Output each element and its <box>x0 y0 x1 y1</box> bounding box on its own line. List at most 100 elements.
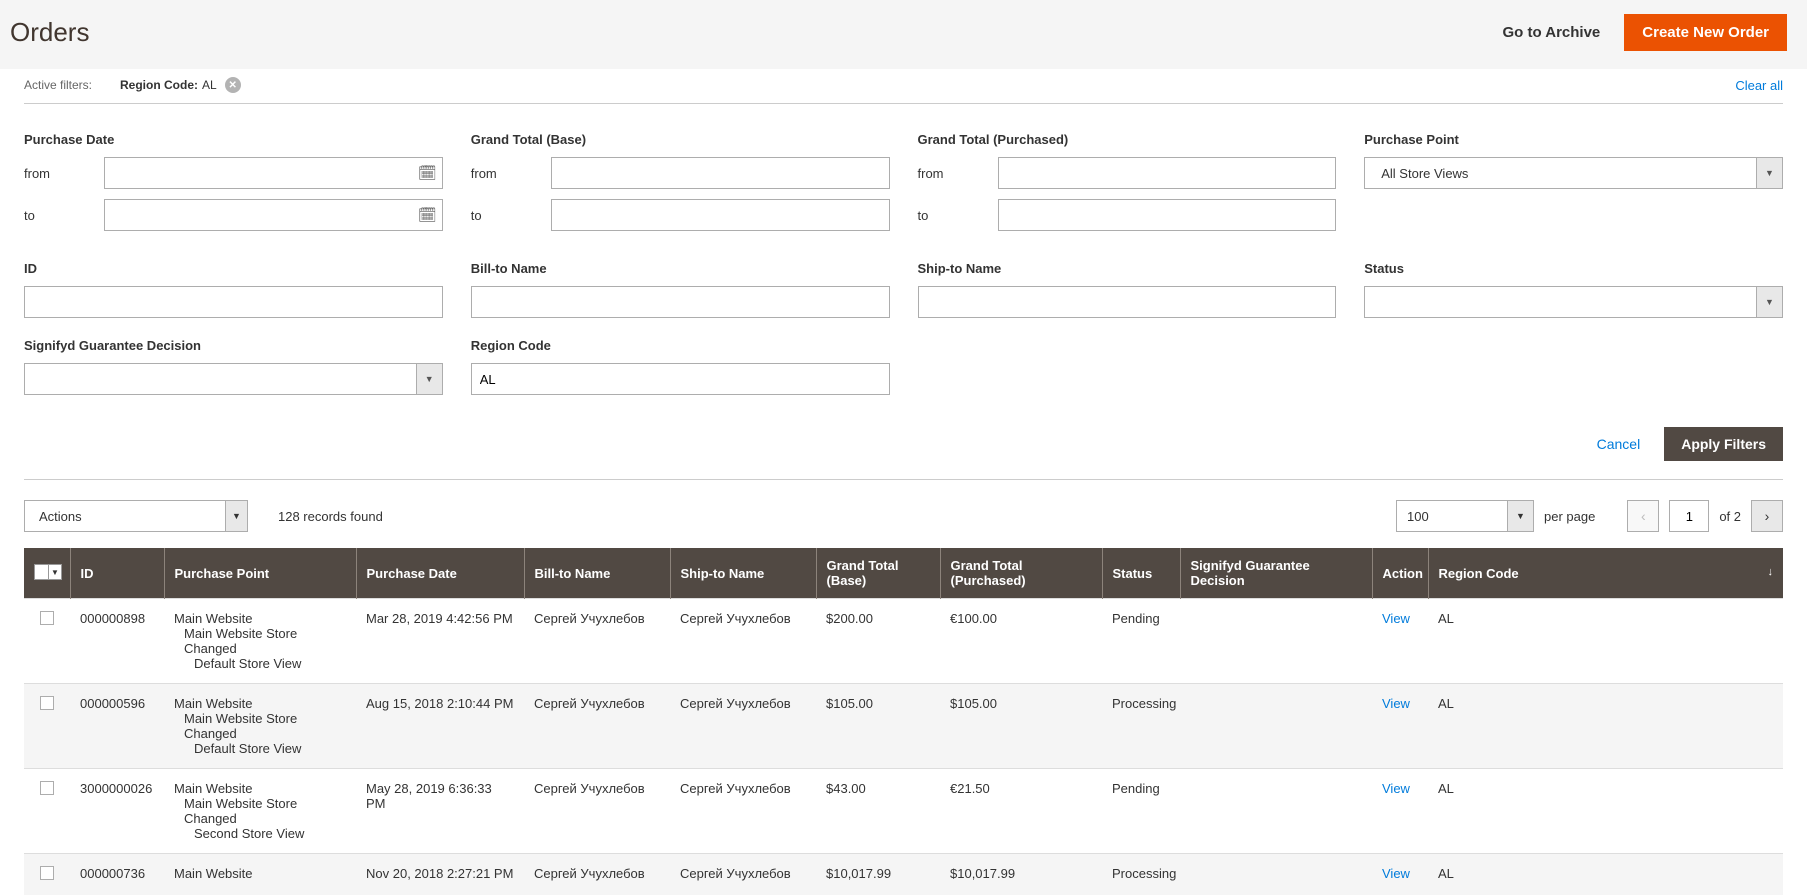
cell-status: Pending <box>1102 769 1180 854</box>
id-input[interactable] <box>24 286 443 318</box>
cell-ship-to: Сергей Учухлебов <box>670 599 816 684</box>
purchase-date-label: Purchase Date <box>24 132 443 147</box>
cell-id: 000000736 <box>70 854 164 895</box>
chevron-down-icon: ▼ <box>1756 158 1782 188</box>
cell-signifyd <box>1180 854 1372 895</box>
view-link[interactable]: View <box>1382 696 1410 711</box>
divider <box>24 479 1783 480</box>
next-page-button[interactable]: › <box>1751 500 1783 532</box>
row-checkbox[interactable] <box>40 866 54 880</box>
purchase-date-to-input[interactable] <box>104 199 443 231</box>
chevron-down-icon: ▼ <box>1756 287 1782 317</box>
cell-region: AL <box>1428 599 1783 684</box>
cell-bill-to: Сергей Учухлебов <box>524 599 670 684</box>
filter-region-code: Region Code <box>471 338 890 395</box>
select-all-checkbox[interactable]: ▼ <box>34 564 62 580</box>
filter-bill-to: Bill-to Name <box>471 261 890 318</box>
table-row[interactable]: 3000000026Main WebsiteMain Website Store… <box>24 769 1783 854</box>
prev-page-button[interactable]: ‹ <box>1627 500 1659 532</box>
filter-ship-to: Ship-to Name <box>918 261 1337 318</box>
active-filters-label: Active filters: <box>24 78 92 92</box>
gt-purch-to-input[interactable] <box>998 199 1337 231</box>
signifyd-label: Signifyd Guarantee Decision <box>24 338 443 353</box>
col-action[interactable]: Action <box>1372 548 1428 599</box>
ship-to-input[interactable] <box>918 286 1337 318</box>
col-purchase-point[interactable]: Purchase Point <box>164 548 356 599</box>
col-gt-purchased[interactable]: Grand Total (Purchased) <box>940 548 1102 599</box>
cell-purchase-date: Mar 28, 2019 4:42:56 PM <box>356 599 524 684</box>
chevron-down-icon: ▼ <box>225 501 247 531</box>
pp-view: Second Store View <box>174 826 346 841</box>
gt-base-to-input[interactable] <box>551 199 890 231</box>
col-region[interactable]: Region Code ↓ <box>1428 548 1783 599</box>
view-link[interactable]: View <box>1382 611 1410 626</box>
signifyd-select[interactable]: ▼ <box>24 363 443 395</box>
table-row[interactable]: 000000736Main WebsiteNov 20, 2018 2:27:2… <box>24 854 1783 895</box>
cell-gt-base: $43.00 <box>816 769 940 854</box>
cell-purchase-date: Nov 20, 2018 2:27:21 PM <box>356 854 524 895</box>
gt-base-from-input[interactable] <box>551 157 890 189</box>
col-region-label: Region Code <box>1439 566 1519 581</box>
col-purchase-date[interactable]: Purchase Date <box>356 548 524 599</box>
purchase-date-from-input[interactable] <box>104 157 443 189</box>
table-row[interactable]: 000000596Main WebsiteMain Website Store … <box>24 684 1783 769</box>
row-checkbox[interactable] <box>40 611 54 625</box>
status-select[interactable]: ▼ <box>1364 286 1783 318</box>
cell-signifyd <box>1180 684 1372 769</box>
cell-purchase-point: Main WebsiteMain Website Store ChangedSe… <box>164 769 356 854</box>
orders-table: ▼ ID Purchase Point Purchase Date Bill-t… <box>24 548 1783 895</box>
to-label: to <box>24 208 104 223</box>
col-select[interactable]: ▼ <box>24 548 70 599</box>
col-gt-base[interactable]: Grand Total (Base) <box>816 548 940 599</box>
chip-key: Region Code: <box>120 78 198 92</box>
view-link[interactable]: View <box>1382 866 1410 881</box>
cell-ship-to: Сергей Учухлебов <box>670 684 816 769</box>
cell-signifyd <box>1180 599 1372 684</box>
page-number-input[interactable] <box>1669 500 1709 532</box>
clear-all-link[interactable]: Clear all <box>1735 78 1783 93</box>
page-size-value: 100 <box>1397 501 1507 531</box>
cancel-link[interactable]: Cancel <box>1597 436 1641 452</box>
table-row[interactable]: 000000898Main WebsiteMain Website Store … <box>24 599 1783 684</box>
cell-region: AL <box>1428 684 1783 769</box>
page-header: Orders Go to Archive Create New Order <box>0 0 1807 69</box>
bill-to-label: Bill-to Name <box>471 261 890 276</box>
cell-region: AL <box>1428 854 1783 895</box>
cell-id: 3000000026 <box>70 769 164 854</box>
remove-filter-icon[interactable]: ✕ <box>225 77 241 93</box>
create-new-order-button[interactable]: Create New Order <box>1624 14 1787 51</box>
bill-to-input[interactable] <box>471 286 890 318</box>
filter-purchase-date: Purchase Date from 🗓 to 🗓 <box>24 132 443 241</box>
col-ship-to[interactable]: Ship-to Name <box>670 548 816 599</box>
pager: 100 ▼ per page ‹ of 2 › <box>1396 500 1783 532</box>
pp-view: Default Store View <box>174 741 346 756</box>
purchase-point-select[interactable]: All Store Views ▼ <box>1364 157 1783 189</box>
chevron-down-icon: ▼ <box>49 565 61 579</box>
cell-purchase-point: Main Website <box>164 854 356 895</box>
view-link[interactable]: View <box>1382 781 1410 796</box>
grid-toolbar: Actions ▼ 128 records found 100 ▼ per pa… <box>24 496 1783 548</box>
col-signifyd[interactable]: Signifyd Guarantee Decision <box>1180 548 1372 599</box>
cell-gt-base: $105.00 <box>816 684 940 769</box>
cell-action: View <box>1372 854 1428 895</box>
page-size-select[interactable]: 100 ▼ <box>1396 500 1534 532</box>
apply-filters-button[interactable]: Apply Filters <box>1664 427 1783 461</box>
pp-store: Main Website Store Changed <box>174 626 346 656</box>
per-page-label: per page <box>1544 509 1595 524</box>
go-to-archive-link[interactable]: Go to Archive <box>1502 24 1600 41</box>
sort-down-icon: ↓ <box>1768 566 1774 578</box>
chevron-down-icon: ▼ <box>1507 501 1533 531</box>
row-checkbox[interactable] <box>40 781 54 795</box>
col-status[interactable]: Status <box>1102 548 1180 599</box>
col-bill-to[interactable]: Bill-to Name <box>524 548 670 599</box>
cell-bill-to: Сергей Учухлебов <box>524 684 670 769</box>
gt-purch-from-input[interactable] <box>998 157 1337 189</box>
actions-dropdown[interactable]: Actions ▼ <box>24 500 248 532</box>
pp-store: Main Website Store Changed <box>174 711 346 741</box>
row-checkbox[interactable] <box>40 696 54 710</box>
col-id[interactable]: ID <box>70 548 164 599</box>
cell-gt-purchased: €21.50 <box>940 769 1102 854</box>
region-code-input[interactable] <box>471 363 890 395</box>
cell-status: Pending <box>1102 599 1180 684</box>
filters-panel: Purchase Date from 🗓 to 🗓 Grand Total (B… <box>24 104 1783 395</box>
